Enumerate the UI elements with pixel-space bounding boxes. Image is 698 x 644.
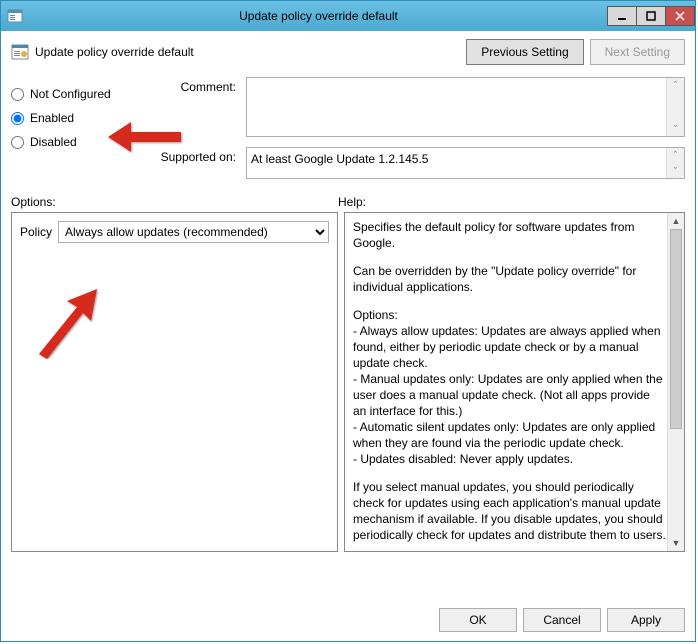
ok-button[interactable]: OK [439,608,517,632]
radio-enabled[interactable] [11,112,24,125]
close-button[interactable] [665,6,695,26]
options-pane: Policy Always allow updates (recommended… [11,212,338,552]
comment-textarea[interactable] [247,78,666,136]
supported-label: Supported on: [151,147,246,179]
help-label: Help: [338,195,685,209]
app-icon [7,8,23,24]
next-setting-button[interactable]: Next Setting [590,39,685,65]
radio-disabled-label: Disabled [30,135,77,149]
titlebar: Update policy override default [1,1,695,31]
state-radio-group: Not Configured Enabled Disabled [11,77,151,189]
policy-icon [11,43,29,61]
radio-not-configured[interactable] [11,88,24,101]
scroll-up-icon[interactable]: ▲ [668,213,684,229]
header-row: Update policy override default Previous … [11,39,685,65]
options-label: Options: [11,195,338,209]
dialog-footer: OK Cancel Apply [1,599,695,641]
supported-text: At least Google Update 1.2.145.5 [247,148,666,178]
window-title: Update policy override default [29,9,608,23]
radio-not-configured-label: Not Configured [30,87,111,101]
comment-label: Comment: [151,77,246,137]
minimize-button[interactable] [607,6,637,26]
help-scrollbar[interactable]: ▲ ▼ [667,213,684,551]
radio-disabled[interactable] [11,136,24,149]
comment-scrollbar[interactable]: ˆˇ [666,78,684,136]
maximize-button[interactable] [636,6,666,26]
help-pane: Specifies the default policy for softwar… [344,212,685,552]
supported-scrollbar[interactable]: ˆˇ [666,148,684,178]
previous-setting-button[interactable]: Previous Setting [466,39,583,65]
policy-select[interactable]: Always allow updates (recommended) [58,221,329,243]
apply-button[interactable]: Apply [607,608,685,632]
policy-dialog: Update policy override default Update po… [0,0,696,642]
policy-label: Policy [20,225,52,239]
pane-labels: Options: Help: [11,195,685,209]
radio-enabled-label: Enabled [30,111,74,125]
scroll-thumb[interactable] [670,229,682,429]
scroll-down-icon[interactable]: ▼ [668,535,684,551]
help-text: Specifies the default policy for softwar… [353,219,680,552]
header-label: Update policy override default [35,45,460,59]
window-controls [608,6,695,26]
cancel-button[interactable]: Cancel [523,608,601,632]
